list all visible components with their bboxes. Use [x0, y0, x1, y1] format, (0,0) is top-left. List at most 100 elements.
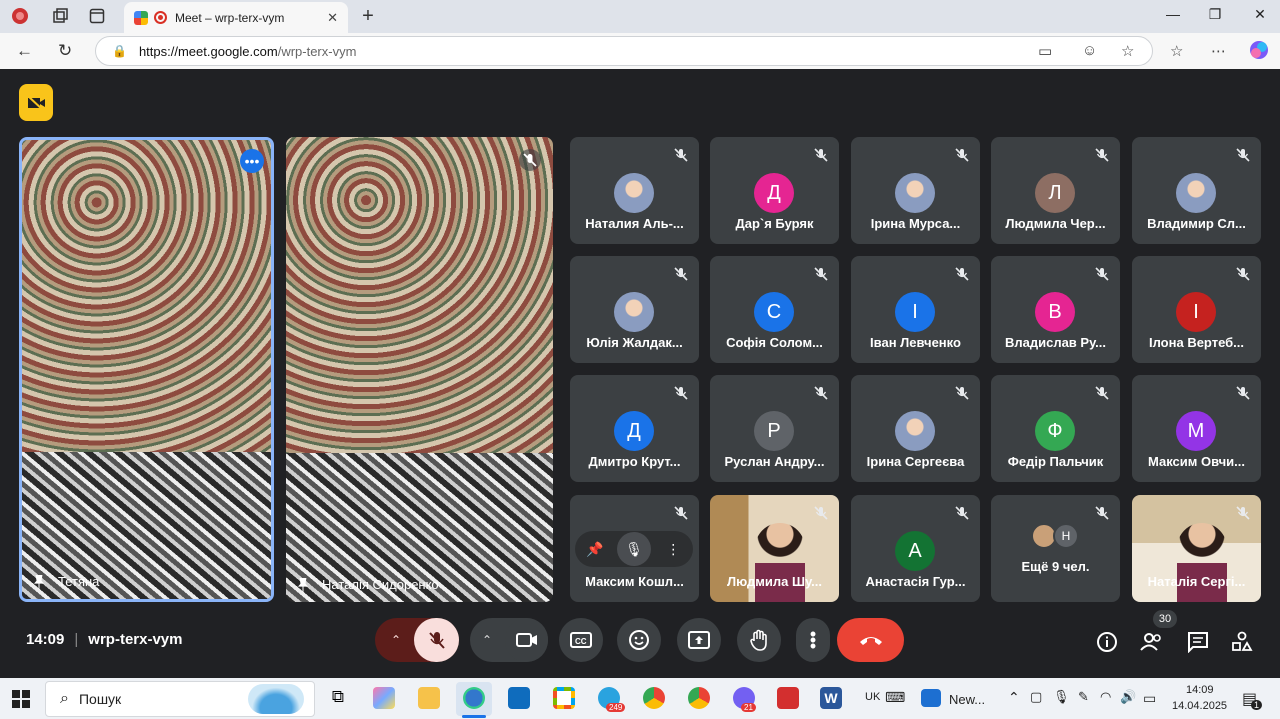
- mic-options-chevron-icon[interactable]: ⌃: [385, 633, 407, 647]
- camera-off-indicator[interactable]: [19, 84, 53, 121]
- participant-tile[interactable]: Р Руслан Андру...: [710, 375, 839, 482]
- file-explorer-icon[interactable]: [418, 687, 440, 709]
- taskbar-search[interactable]: ⌕ Пошук: [45, 681, 315, 717]
- meeting-time: 14:09 | wrp-terx-vym: [26, 631, 183, 648]
- participant-tile[interactable]: Д Дмитро Крут...: [570, 375, 699, 482]
- keyboard-icon[interactable]: ⌨: [885, 689, 905, 706]
- clock-date[interactable]: 14.04.2025: [1172, 700, 1227, 712]
- acrobat-icon[interactable]: [777, 687, 799, 709]
- participant-tile[interactable]: Ф Федір Пальчик: [991, 375, 1120, 482]
- task-view-icon[interactable]: ⧉: [327, 687, 349, 709]
- participant-tile[interactable]: Людмила Шу...: [710, 495, 839, 602]
- people-icon[interactable]: [1139, 629, 1165, 655]
- show-hidden-icons-chevron-icon[interactable]: ⌃: [1008, 689, 1020, 706]
- participant-tile[interactable]: Наталия Аль-...: [570, 137, 699, 244]
- start-icon[interactable]: [12, 690, 30, 713]
- telegram-badge: 249: [606, 703, 626, 712]
- avatar-initial: Д: [614, 411, 654, 451]
- notification-badge: 1: [1251, 700, 1263, 710]
- battery-icon[interactable]: ▭: [1143, 690, 1156, 707]
- mic-group: ⌃: [375, 618, 459, 662]
- end-call-button[interactable]: [837, 618, 904, 662]
- spotlight-video-2[interactable]: Наталія Сидоренко: [286, 137, 553, 602]
- chrome-icon[interactable]: [643, 687, 665, 709]
- copilot-icon[interactable]: [1248, 39, 1270, 65]
- news-label[interactable]: New...: [949, 692, 985, 707]
- tab-meet[interactable]: Meet – wrp-terx-vym ✕: [124, 2, 348, 33]
- store-icon[interactable]: [553, 687, 575, 709]
- participant-tile[interactable]: М Максим Овчи...: [1132, 375, 1261, 482]
- pin-icon[interactable]: 📌: [578, 532, 612, 566]
- url-path: /wrp-terx-vym: [277, 43, 357, 59]
- close-tab-icon[interactable]: ✕: [327, 10, 338, 26]
- reload-icon[interactable]: ↻: [58, 41, 72, 61]
- profile-icon[interactable]: [6, 4, 34, 28]
- wifi-icon[interactable]: ◠: [1100, 689, 1111, 705]
- avatar-initial: І: [895, 292, 935, 332]
- news-icon[interactable]: [921, 689, 941, 707]
- back-icon[interactable]: ←: [16, 41, 33, 61]
- spotlight-video-1[interactable]: ••• Тетяна: [19, 137, 274, 602]
- hand-icon: [750, 629, 767, 651]
- microphone-tray-icon[interactable]: 🎙: [1053, 689, 1070, 705]
- emoji-reaction-button[interactable]: [617, 618, 661, 662]
- more-options-button[interactable]: • • •: [796, 618, 830, 662]
- captions-button[interactable]: CC: [559, 618, 603, 662]
- participant-tile[interactable]: Л Людмила Чер...: [991, 137, 1120, 244]
- camera-permission-icon[interactable]: ▭: [1038, 42, 1052, 60]
- copilot-app-icon[interactable]: [373, 687, 395, 709]
- control-bar: 14:09 | wrp-terx-vym ⌃ ⌃ CC • • • 30: [3, 609, 1277, 669]
- mic-toggle-button[interactable]: [414, 618, 459, 662]
- participant-tile[interactable]: В Владислав Ру...: [991, 256, 1120, 363]
- meet-tray-icon[interactable]: ▢: [1030, 689, 1042, 705]
- mute-participant-icon[interactable]: 🎙: [616, 532, 651, 566]
- lock-icon: 🔒: [112, 44, 127, 58]
- pin-icon[interactable]: [298, 577, 308, 592]
- url-bar[interactable]: 🔒 https://meet.google.com/wrp-terx-vym: [95, 36, 1153, 66]
- participant-tile[interactable]: 📌 🎙 ⋮ Максим Кошл...: [570, 495, 699, 602]
- more-menu-icon[interactable]: ⋯: [1211, 42, 1226, 60]
- participant-tile[interactable]: Д Дар`я Буряк: [710, 137, 839, 244]
- favorites-icon[interactable]: ☆: [1170, 42, 1183, 60]
- word-icon[interactable]: W: [820, 687, 842, 709]
- participant-tile[interactable]: І Іван Левченко: [851, 256, 980, 363]
- outlook-icon[interactable]: [508, 687, 530, 709]
- participant-tile[interactable]: А Анастасія Гур...: [851, 495, 980, 602]
- mic-off-icon: [1235, 266, 1251, 282]
- pen-icon[interactable]: ✎: [1078, 689, 1089, 705]
- meeting-details-icon[interactable]: [1094, 629, 1120, 655]
- activities-icon[interactable]: [1229, 629, 1255, 655]
- close-window-icon[interactable]: ✕: [1250, 6, 1270, 23]
- participant-tile[interactable]: Юлія Жалдак...: [570, 256, 699, 363]
- participant-tile[interactable]: Ірина Мурса...: [851, 137, 980, 244]
- volume-icon[interactable]: 🔊: [1120, 689, 1136, 705]
- chat-icon[interactable]: [1185, 629, 1211, 655]
- avatar: [1176, 173, 1216, 213]
- camera-toggle-button[interactable]: [505, 618, 548, 662]
- maximize-icon[interactable]: ❐: [1205, 6, 1225, 23]
- chrome-profile-icon[interactable]: [688, 687, 710, 709]
- participant-name: Максим Кошл...: [585, 574, 684, 589]
- clock-time[interactable]: 14:09: [1186, 684, 1214, 696]
- participant-tile[interactable]: І Ілона Вертеб...: [1132, 256, 1261, 363]
- favorite-star-icon[interactable]: ☆: [1121, 42, 1134, 60]
- camera-options-chevron-icon[interactable]: ⌃: [482, 633, 492, 647]
- edge-icon[interactable]: [463, 687, 485, 709]
- minimize-icon[interactable]: —: [1163, 6, 1183, 22]
- participant-tile[interactable]: Ірина Сергеєва: [851, 375, 980, 482]
- participant-tile[interactable]: Владимир Сл...: [1132, 137, 1261, 244]
- more-vert-icon[interactable]: ⋮: [656, 532, 690, 566]
- emoji-icon[interactable]: ☺: [1082, 42, 1097, 59]
- new-tab-icon[interactable]: +: [354, 4, 382, 28]
- present-screen-button[interactable]: [677, 618, 721, 662]
- participant-tile[interactable]: С Софія Солом...: [710, 256, 839, 363]
- speaking-indicator-icon[interactable]: •••: [240, 149, 264, 173]
- participant-tile[interactable]: Наталія Сергі...: [1132, 495, 1261, 602]
- avatar: [895, 411, 935, 451]
- pin-icon[interactable]: [34, 574, 44, 589]
- tab-actions-icon[interactable]: [83, 4, 111, 28]
- keyboard-lang[interactable]: UK: [865, 691, 880, 703]
- raise-hand-button[interactable]: [737, 618, 781, 662]
- workspaces-icon[interactable]: [46, 4, 74, 28]
- participant-tile[interactable]: Н Ещё 9 чел.: [991, 495, 1120, 602]
